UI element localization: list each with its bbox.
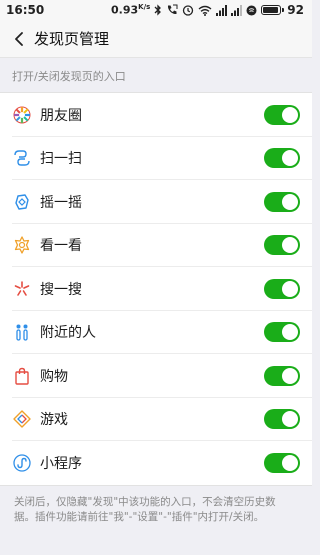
toggle-switch-people-nearby[interactable] <box>264 322 300 343</box>
list-item-label: 小程序 <box>40 455 82 472</box>
back-arrow-icon[interactable] <box>10 30 28 48</box>
list-item-label: 搜一搜 <box>40 281 82 298</box>
battery-cap <box>282 8 285 12</box>
list-item-moments[interactable]: 朋友圈 <box>0 93 312 137</box>
people-nearby-icon <box>12 322 32 342</box>
top-stories-icon <box>12 235 32 255</box>
toggle-switch-search[interactable] <box>264 278 300 299</box>
call-icon <box>168 4 178 15</box>
toggle-switch-scan[interactable] <box>264 148 300 169</box>
toggle-switch-moments[interactable] <box>264 104 300 125</box>
list-item-search[interactable]: 搜一搜 <box>0 267 312 311</box>
toggle-switch-games[interactable] <box>264 409 300 430</box>
status-time: 16:50 <box>6 3 45 17</box>
signal-icon-2 <box>231 4 243 16</box>
signal-icon-1 <box>216 4 228 16</box>
shopping-bag-icon <box>12 366 32 386</box>
list-item-label: 购物 <box>40 368 68 385</box>
list-item-label: 摇一摇 <box>40 194 82 211</box>
list-item-shopping[interactable]: 购物 <box>0 354 312 398</box>
section-title: 打开/关闭发现页的入口 <box>12 70 126 83</box>
battery-fill <box>263 7 279 13</box>
entry-list: 朋友圈 扫一扫 摇一摇 看一看 搜一搜 附近的人 购物 游戏 小程序 <box>0 92 312 486</box>
section-header: 打开/关闭发现页的入口 <box>0 58 312 92</box>
list-item-label: 附近的人 <box>40 325 96 342</box>
list-item-label: 朋友圈 <box>40 107 82 124</box>
wifi-icon <box>198 5 212 16</box>
footer-note: 关闭后，仅隐藏"发现"中该功能的入口，不会清空历史数据。插件功能请前往"我"-"… <box>14 495 276 523</box>
toggle-knob <box>282 106 298 123</box>
list-item-top-stories[interactable]: 看一看 <box>0 224 312 268</box>
app-notification-icon <box>246 5 257 15</box>
toggle-knob <box>282 193 298 210</box>
toggle-switch-shopping[interactable] <box>264 365 300 386</box>
toggle-switch-mini-programs[interactable] <box>264 452 300 473</box>
shake-icon <box>12 192 32 212</box>
page-title: 发现页管理 <box>34 30 110 48</box>
toggle-knob <box>282 280 298 297</box>
toggle-knob <box>282 454 298 471</box>
list-item-label: 看一看 <box>40 238 82 255</box>
bluetooth-icon <box>154 4 162 16</box>
battery-percent: 92 <box>287 3 304 17</box>
scan-icon <box>12 148 32 168</box>
games-icon <box>12 409 32 429</box>
app-bar: 发现页管理 <box>0 20 312 58</box>
status-icons: 0.93K/s 92 <box>111 3 304 17</box>
toggle-switch-shake[interactable] <box>264 191 300 212</box>
battery-icon <box>261 5 282 15</box>
moments-icon <box>12 105 32 125</box>
list-item-people-nearby[interactable]: 附近的人 <box>0 311 312 355</box>
mini-program-icon <box>12 453 32 473</box>
toggle-knob <box>282 324 298 341</box>
network-speed: 0.93K/s <box>111 3 151 17</box>
list-item-games[interactable]: 游戏 <box>0 398 312 442</box>
list-item-label: 游戏 <box>40 412 68 429</box>
list-item-label: 扫一扫 <box>40 151 82 168</box>
list-item-scan[interactable]: 扫一扫 <box>0 137 312 181</box>
status-bar: 16:50 0.93K/s 92 <box>0 0 312 20</box>
toggle-knob <box>282 150 298 167</box>
toggle-knob <box>282 237 298 254</box>
toggle-switch-top-stories[interactable] <box>264 235 300 256</box>
toggle-knob <box>282 367 298 384</box>
toggle-knob <box>282 411 298 428</box>
battery-indicator: 92 <box>261 3 304 17</box>
list-item-shake[interactable]: 摇一摇 <box>0 180 312 224</box>
search-icon <box>12 279 32 299</box>
list-item-mini-programs[interactable]: 小程序 <box>0 441 312 485</box>
alarm-icon <box>183 5 194 16</box>
